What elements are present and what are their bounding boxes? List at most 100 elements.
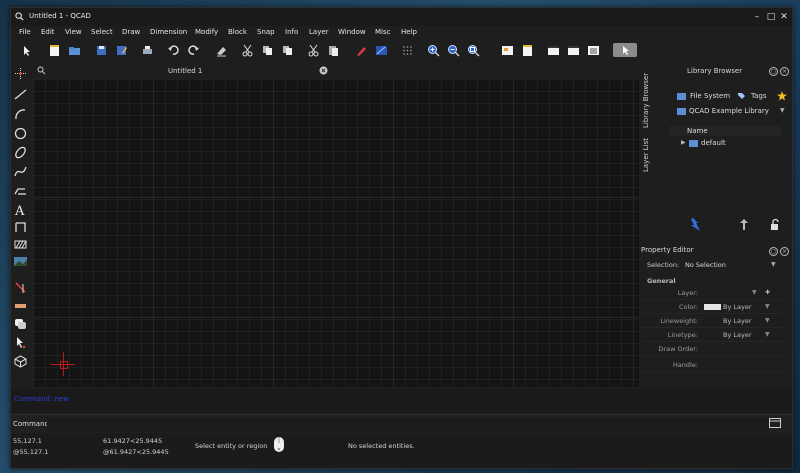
tab-untitled-1[interactable]: Untitled 1	[168, 67, 202, 75]
select-tool-icon[interactable]	[14, 336, 27, 349]
minimize-button[interactable]: –	[751, 11, 763, 23]
hatch-tool-icon[interactable]	[14, 238, 27, 251]
dimension-tool-icon[interactable]	[14, 221, 27, 234]
menu-help[interactable]: Help	[401, 28, 417, 36]
zoom-icon[interactable]	[37, 66, 46, 75]
menu-dimension[interactable]: Dimension	[150, 28, 187, 36]
tree-item-label: default	[701, 139, 726, 147]
favorites-star-icon[interactable]	[777, 91, 787, 101]
menu-window[interactable]: Window	[338, 28, 366, 36]
line-tool-icon[interactable]	[14, 88, 27, 101]
menu-misc[interactable]: Misc	[375, 28, 390, 36]
tab-file-system[interactable]: File System	[690, 92, 730, 100]
maximize-button[interactable]: □	[765, 11, 777, 23]
tab-library-browser[interactable]: Library Browser	[642, 70, 656, 130]
chevron-down-icon: ▼	[765, 303, 770, 310]
text-tool-icon[interactable]: A	[14, 203, 27, 216]
menu-block[interactable]: Block	[228, 28, 247, 36]
library-browser-title: Library Browser	[687, 67, 743, 75]
command-line: Command:	[11, 414, 792, 433]
document-tab-bar: Untitled 1	[33, 64, 330, 78]
property-row-handle: Handle:	[641, 358, 786, 372]
zoom-auto-icon[interactable]	[467, 44, 480, 57]
print-icon[interactable]	[141, 44, 154, 57]
block-tool-icon[interactable]	[14, 355, 27, 368]
property-row-draw-order[interactable]: Draw Order:	[641, 342, 786, 356]
property-row-linetype[interactable]: Linetype: By Layer ▼	[641, 328, 786, 342]
history-text: Command: new	[14, 395, 70, 403]
layer-list-icon[interactable]	[547, 44, 560, 57]
arc-tool-icon[interactable]	[14, 108, 27, 121]
expand-arrow-icon[interactable]: ▶	[681, 139, 686, 146]
float-panel-icon[interactable]: ◻	[769, 247, 778, 256]
major-grid	[33, 79, 639, 387]
menu-file[interactable]: File	[19, 28, 31, 36]
undo-icon[interactable]	[167, 44, 180, 57]
eraser-icon[interactable]	[215, 44, 228, 57]
circle-tool-icon[interactable]	[14, 127, 27, 140]
menu-modify[interactable]: Modify	[195, 28, 218, 36]
command-window-icon[interactable]	[769, 418, 781, 428]
selection-dropdown-icon[interactable]: ▼	[771, 261, 776, 268]
command-history: Command: new	[11, 389, 792, 413]
menu-draw[interactable]: Draw	[122, 28, 140, 36]
point-tool-icon[interactable]	[14, 67, 27, 80]
menu-view[interactable]: View	[65, 28, 82, 36]
lock-icon[interactable]	[769, 218, 782, 231]
property-row-lineweight[interactable]: Lineweight: By Layer ▼	[641, 314, 786, 328]
tab-layer-list[interactable]: Layer List	[642, 136, 656, 174]
library-browser-icon[interactable]	[567, 44, 580, 57]
grid-toggle-icon[interactable]	[401, 44, 414, 57]
ellipse-tool-icon[interactable]	[14, 146, 27, 159]
select-pointer-icon[interactable]	[20, 44, 33, 57]
property-key: Linetype:	[667, 331, 698, 339]
save-icon[interactable]	[95, 44, 108, 57]
library-source-select[interactable]: QCAD Example Library ▼	[669, 106, 785, 117]
menu-info[interactable]: Info	[285, 28, 298, 36]
close-button[interactable]: ✕	[778, 11, 790, 23]
qcad-app-icon	[15, 12, 24, 21]
action-hint: Select entity or region	[195, 442, 268, 450]
cut-with-reference-icon[interactable]	[307, 44, 320, 57]
zoom-in-icon[interactable]	[427, 44, 440, 57]
property-row-layer[interactable]: Layer: ▼ ✚	[641, 286, 786, 300]
polyline-tool-icon[interactable]	[14, 184, 27, 197]
property-row-color[interactable]: Color: By Layer ▼	[641, 300, 786, 314]
up-directory-icon[interactable]	[739, 218, 749, 231]
copy-with-reference-icon[interactable]	[281, 44, 294, 57]
menu-layer[interactable]: Layer	[309, 28, 329, 36]
zoom-out-icon[interactable]	[447, 44, 460, 57]
paste-icon[interactable]	[327, 44, 340, 57]
open-folder-icon[interactable]	[68, 44, 81, 57]
redo-icon[interactable]	[187, 44, 200, 57]
menu-edit[interactable]: Edit	[41, 28, 55, 36]
menu-snap[interactable]: Snap	[257, 28, 275, 36]
property-editor-icon[interactable]	[587, 44, 600, 57]
cut-icon[interactable]	[241, 44, 254, 57]
close-panel-icon[interactable]: ×	[780, 67, 789, 76]
new-document-icon[interactable]	[48, 44, 61, 57]
drawing-canvas[interactable]	[33, 79, 639, 387]
close-panel-icon[interactable]: ×	[780, 247, 789, 256]
block-list-icon[interactable]	[501, 44, 514, 57]
drawing-preferences-icon[interactable]	[375, 44, 388, 57]
tree-item-default[interactable]: ▶ default	[669, 138, 781, 148]
info-tool-icon[interactable]	[14, 317, 27, 330]
selection-value[interactable]: No Selection	[685, 261, 726, 269]
float-panel-icon[interactable]: ◻	[769, 67, 778, 76]
modify-tool-icon[interactable]	[14, 281, 27, 294]
copy-icon[interactable]	[261, 44, 274, 57]
command-input[interactable]	[47, 418, 769, 431]
document-icon[interactable]	[521, 44, 534, 57]
add-layer-icon[interactable]: ✚	[765, 289, 770, 296]
insert-arrow-icon[interactable]	[690, 217, 702, 232]
spline-tool-icon[interactable]	[14, 165, 27, 178]
snap-tool-icon[interactable]	[14, 300, 27, 313]
image-tool-icon[interactable]	[14, 255, 27, 268]
menu-select[interactable]: Select	[91, 28, 113, 36]
selection-mode-button[interactable]	[613, 43, 637, 57]
tab-tags[interactable]: Tags	[751, 92, 767, 100]
pen-tool-icon[interactable]	[355, 44, 368, 57]
close-tab-icon[interactable]	[319, 66, 328, 75]
save-as-icon[interactable]	[115, 44, 128, 57]
